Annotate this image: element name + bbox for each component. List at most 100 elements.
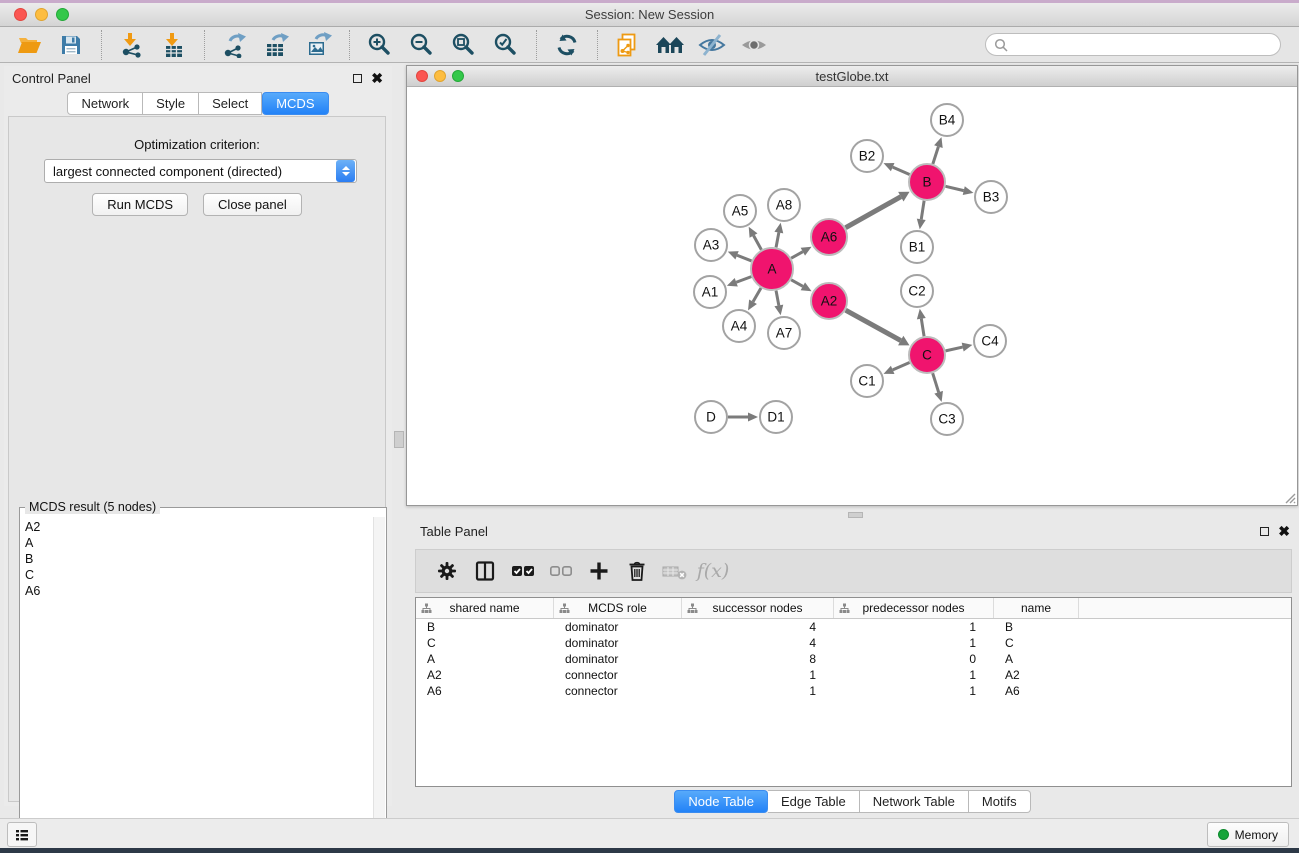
- tab-network-table[interactable]: Network Table: [860, 790, 969, 813]
- window-resize-grip[interactable]: [1282, 490, 1296, 504]
- table-row[interactable]: A6connector11A6: [416, 683, 1291, 699]
- mcds-result-item[interactable]: B: [25, 551, 373, 567]
- tab-network[interactable]: Network: [67, 92, 143, 115]
- graph-edge-A-A3[interactable]: [737, 255, 751, 261]
- table-cell: 1: [682, 668, 834, 682]
- graph-edge-A-A1[interactable]: [736, 277, 751, 283]
- export-image-icon[interactable]: [304, 31, 334, 59]
- graph-edge-A-A6[interactable]: [791, 252, 803, 259]
- zoom-in-icon[interactable]: [365, 31, 395, 59]
- graph-edge-A-A2[interactable]: [791, 280, 803, 287]
- delete-row-icon[interactable]: [620, 556, 654, 586]
- export-network-icon[interactable]: [220, 31, 250, 59]
- horizontal-splitter-grip[interactable]: [848, 512, 863, 518]
- export-table-icon[interactable]: [262, 31, 292, 59]
- float-panel-icon[interactable]: [353, 74, 362, 83]
- mcds-result-item[interactable]: A2: [25, 519, 373, 535]
- float-table-panel-icon[interactable]: [1260, 527, 1269, 536]
- table-settings-icon[interactable]: [430, 556, 464, 586]
- graph-edge-A-A5[interactable]: [754, 236, 762, 250]
- open-session-icon[interactable]: [14, 31, 44, 59]
- graph-edge-A-A8[interactable]: [776, 233, 779, 248]
- graph-edge-B-B4[interactable]: [933, 147, 939, 164]
- tab-style[interactable]: Style: [143, 92, 199, 115]
- tab-edge-table[interactable]: Edge Table: [768, 790, 860, 813]
- vertical-splitter-grip[interactable]: [394, 431, 404, 448]
- zoom-fit-icon[interactable]: [449, 31, 479, 59]
- network-graph[interactable]: B4B2BB3A8A5A6A3B1AA1C2A2A4A7C4CC1DD1C3: [407, 88, 1297, 505]
- add-row-icon[interactable]: [582, 556, 616, 586]
- column-type-icon: [559, 603, 570, 614]
- node-table[interactable]: shared nameMCDS rolesuccessor nodesprede…: [415, 597, 1292, 787]
- toolbar-separator: [349, 30, 350, 60]
- column-header-shared-name[interactable]: shared name: [416, 598, 554, 618]
- home-icon[interactable]: [655, 31, 685, 59]
- column-header-name[interactable]: name: [994, 598, 1079, 618]
- tab-node-table[interactable]: Node Table: [674, 790, 768, 813]
- graph-edge-A-A7[interactable]: [776, 291, 779, 306]
- graph-edge-B-B3[interactable]: [945, 186, 963, 190]
- table-panel-tabs: Node TableEdge TableNetwork TableMotifs: [406, 790, 1299, 813]
- mcds-result-item[interactable]: A6: [25, 583, 373, 599]
- refresh-icon[interactable]: [552, 31, 582, 59]
- tab-select[interactable]: Select: [199, 92, 262, 115]
- graph-edge-A6-B[interactable]: [846, 197, 901, 228]
- graph-edge-C-C2[interactable]: [921, 319, 924, 337]
- zoom-out-icon[interactable]: [407, 31, 437, 59]
- clone-network-icon[interactable]: [613, 31, 643, 59]
- mcds-result-list[interactable]: A2ABCA6: [21, 517, 373, 845]
- graph-edge-B-B1[interactable]: [921, 201, 924, 220]
- graph-edge-B-B2[interactable]: [893, 167, 910, 174]
- show-graphics-details-icon[interactable]: [739, 31, 769, 59]
- table-row[interactable]: Cdominator41C: [416, 635, 1291, 651]
- network-canvas[interactable]: B4B2BB3A8A5A6A3B1AA1C2A2A4A7C4CC1DD1C3: [407, 88, 1297, 505]
- task-history-button[interactable]: [7, 822, 37, 847]
- close-panel-icon[interactable]: ✖: [371, 73, 383, 83]
- mcds-result-item[interactable]: A: [25, 535, 373, 551]
- mcds-list-scrollbar[interactable]: [373, 517, 385, 845]
- save-session-icon[interactable]: [56, 31, 86, 59]
- search-field[interactable]: [985, 33, 1281, 56]
- table-row[interactable]: A2connector11A2: [416, 667, 1291, 683]
- table-cell: connector: [554, 668, 682, 682]
- tab-mcds[interactable]: MCDS: [262, 92, 328, 115]
- graph-node-label: B3: [983, 190, 1000, 205]
- graph-node-label: A3: [703, 238, 720, 253]
- table-row[interactable]: Adominator80A: [416, 651, 1291, 667]
- column-header-MCDS-role[interactable]: MCDS role: [554, 598, 682, 618]
- optimization-criterion-select[interactable]: largest connected component (directed): [44, 159, 357, 183]
- table-cell: 0: [834, 652, 994, 666]
- run-mcds-button[interactable]: Run MCDS: [92, 193, 188, 216]
- tab-motifs[interactable]: Motifs: [969, 790, 1031, 813]
- graph-edge-C-C3[interactable]: [933, 373, 939, 392]
- select-all-icon[interactable]: [506, 556, 540, 586]
- show-column-icon[interactable]: [468, 556, 502, 586]
- column-header-label: name: [1021, 601, 1051, 615]
- mcds-result-item[interactable]: C: [25, 567, 373, 583]
- column-header-successor-nodes[interactable]: successor nodes: [682, 598, 834, 618]
- deselect-all-icon[interactable]: [544, 556, 578, 586]
- network-window-titlebar[interactable]: testGlobe.txt: [407, 66, 1297, 87]
- import-table-icon[interactable]: [159, 31, 189, 59]
- close-table-panel-icon[interactable]: ✖: [1278, 526, 1290, 536]
- import-network-icon[interactable]: [117, 31, 147, 59]
- graph-edge-C-C4[interactable]: [946, 347, 963, 351]
- main-titlebar: Session: New Session: [0, 3, 1299, 27]
- delete-table-icon-disabled: [658, 556, 692, 586]
- graph-edge-A-A4[interactable]: [753, 288, 761, 302]
- zoom-selected-icon[interactable]: [491, 31, 521, 59]
- close-panel-button[interactable]: Close panel: [203, 193, 302, 216]
- search-input[interactable]: [1013, 38, 1272, 52]
- graph-edge-C-C1[interactable]: [893, 363, 910, 370]
- graph-node-label: C1: [858, 374, 875, 389]
- memory-button[interactable]: Memory: [1207, 822, 1289, 847]
- hide-graphics-details-icon[interactable]: [697, 31, 727, 59]
- table-row[interactable]: Bdominator41B: [416, 619, 1291, 635]
- toolbar-separator: [101, 30, 102, 60]
- optimization-criterion-label: Optimization criterion:: [9, 137, 385, 152]
- graph-node-label: A4: [731, 319, 748, 334]
- graph-arrowhead: [774, 305, 783, 316]
- column-header-predecessor-nodes[interactable]: predecessor nodes: [834, 598, 994, 618]
- graph-edge-A2-C[interactable]: [846, 310, 901, 340]
- memory-label: Memory: [1235, 828, 1278, 842]
